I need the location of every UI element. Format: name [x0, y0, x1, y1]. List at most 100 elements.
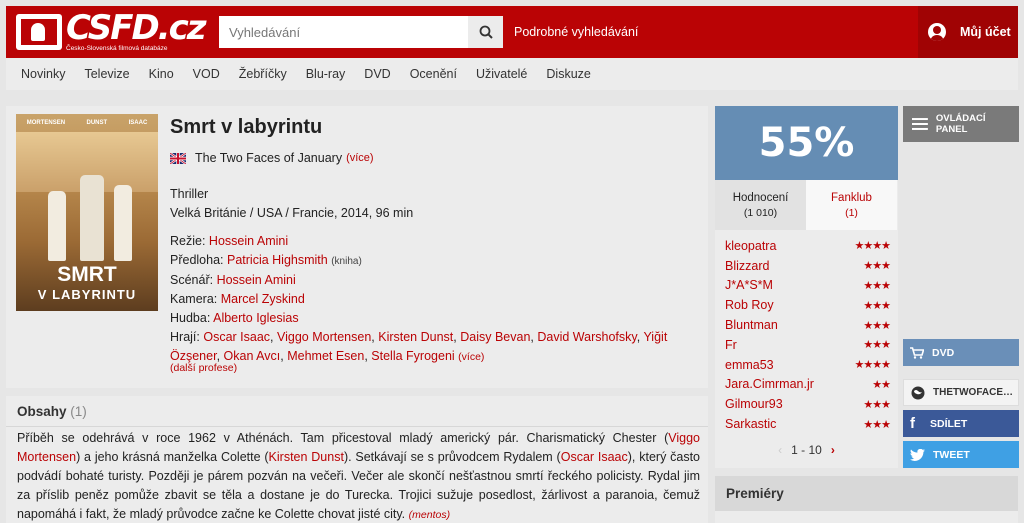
- control-panel-label: OVLÁDACÍ PANEL: [935, 113, 986, 135]
- cast-link[interactable]: Viggo Mortensen: [277, 330, 371, 344]
- user-link[interactable]: kleopatra: [725, 239, 776, 253]
- twitter-tweet-button[interactable]: TWEET: [903, 441, 1019, 468]
- creator-row-script: Scénář: Hossein Amini: [170, 271, 690, 290]
- nav-item-bluray[interactable]: Blu-ray: [306, 67, 346, 81]
- site-logo[interactable]: CSFD.cz Česko-Slovenská filmová databáze: [16, 8, 207, 54]
- director-link[interactable]: Hossein Amini: [209, 234, 288, 248]
- tweet-label: TWEET: [933, 448, 970, 461]
- menu-icon: [912, 118, 928, 130]
- search-input[interactable]: [219, 16, 468, 48]
- user-link[interactable]: Jara.Cimrman.jr: [725, 377, 814, 391]
- user-link[interactable]: emma53: [725, 358, 774, 372]
- website-label: THETWOFACE…: [933, 387, 1013, 398]
- tab-fanclub-label: Fanklub: [831, 192, 872, 204]
- creator-label: Scénář:: [170, 273, 214, 287]
- cast-link[interactable]: Oscar Isaac: [203, 330, 270, 344]
- rating-row: J*A*S*M ★★★: [725, 276, 891, 296]
- user-link[interactable]: Fr: [725, 338, 737, 352]
- nav-item-zebricky[interactable]: Žebříčky: [239, 67, 287, 81]
- advanced-search-link[interactable]: Podrobné vyhledávání: [514, 25, 638, 39]
- cart-icon: [910, 346, 924, 359]
- source-author-link[interactable]: Patricia Highsmith: [227, 253, 328, 267]
- cast-link[interactable]: Mehmet Esen: [287, 349, 364, 363]
- plot-count: (1): [70, 404, 87, 419]
- nav-item-kino[interactable]: Kino: [149, 67, 174, 81]
- user-link[interactable]: J*A*S*M: [725, 278, 773, 292]
- plot-source-link[interactable]: (mentos): [409, 509, 450, 521]
- star-rating: ★★★: [863, 279, 891, 292]
- alt-title-row: The Two Faces of January (více): [170, 151, 374, 165]
- more-professions-link[interactable]: (další profese): [170, 362, 237, 374]
- cast-link[interactable]: Okan Avcı: [224, 349, 281, 363]
- premieres-body: [715, 511, 1018, 523]
- source-note: (kniha): [331, 256, 362, 267]
- tab-fanclub-count: (1): [845, 207, 858, 219]
- poster-names: MORTENSEN DUNST ISAAC: [16, 120, 158, 126]
- cast-link[interactable]: Daisy Bevan: [460, 330, 530, 344]
- star-rating: ★★★: [863, 418, 891, 431]
- rating-average: 55%: [715, 106, 898, 180]
- music-link[interactable]: Alberto Iglesias: [213, 311, 298, 325]
- star-rating: ★★★★: [854, 240, 891, 253]
- user-link[interactable]: Rob Roy: [725, 298, 774, 312]
- alt-titles-more-link[interactable]: (více): [346, 152, 374, 164]
- star-rating: ★★★: [863, 398, 891, 411]
- nav-item-televize[interactable]: Televize: [84, 67, 129, 81]
- plot-heading: Obsahy (1): [17, 404, 87, 419]
- facebook-share-button[interactable]: f SDÍLET: [903, 410, 1019, 437]
- poster-title-line2: V LABYRINTU: [37, 287, 137, 302]
- top-header: CSFD.cz Česko-Slovenská filmová databáze…: [6, 6, 1018, 58]
- website-button[interactable]: THETWOFACE…: [903, 379, 1019, 406]
- rating-row: Rob Roy ★★★: [725, 295, 891, 315]
- creator-row-source: Předloha: Patricia Highsmith (kniha): [170, 251, 690, 271]
- rating-row: emma53 ★★★★: [725, 355, 891, 375]
- globe-icon: [911, 386, 925, 400]
- rating-row: Jara.Cimrman.jr ★★: [725, 375, 891, 395]
- cast-link[interactable]: Stella Fyrogeni: [371, 349, 454, 363]
- star-rating: ★★★: [863, 319, 891, 332]
- cast-link[interactable]: Kirsten Dunst: [378, 330, 453, 344]
- poster-figure: [80, 175, 104, 261]
- rating-box: 55% Hodnocení (1 010) Fanklub (1) kleopa…: [715, 106, 898, 468]
- user-link[interactable]: Bluntman: [725, 318, 778, 332]
- tab-ratings[interactable]: Hodnocení (1 010): [715, 180, 806, 230]
- plot-actor-link[interactable]: Kirsten Dunst: [269, 450, 344, 464]
- nav-item-oceneni[interactable]: Ocenění: [410, 67, 457, 81]
- poster-name: MORTENSEN: [26, 120, 66, 126]
- film-creators: Režie: Hossein Amini Předloha: Patricia …: [170, 232, 690, 367]
- chevron-right-icon[interactable]: ›: [831, 443, 835, 457]
- plot-actor-link[interactable]: Oscar Isaac: [561, 450, 628, 464]
- pager-range: 1 - 10: [791, 443, 822, 457]
- creator-label: Režie:: [170, 234, 206, 248]
- camera-link[interactable]: Marcel Zyskind: [221, 292, 305, 306]
- nav-item-diskuze[interactable]: Diskuze: [546, 67, 590, 81]
- rating-row: Gilmour93 ★★★: [725, 394, 891, 414]
- search-button[interactable]: [468, 16, 503, 48]
- creator-row-music: Hudba: Alberto Iglesias: [170, 309, 690, 328]
- account-label: Můj účet: [960, 25, 1011, 39]
- control-panel-button[interactable]: OVLÁDACÍ PANEL: [903, 106, 1019, 142]
- tab-fanclub[interactable]: Fanklub (1): [806, 180, 897, 230]
- screenwriter-link[interactable]: Hossein Amini: [217, 273, 296, 287]
- ratings-pager: ‹ 1 - 10 ›: [715, 443, 898, 457]
- nav-item-vod[interactable]: VOD: [193, 67, 220, 81]
- account-button[interactable]: Můj účet: [918, 6, 1018, 58]
- nav-item-novinky[interactable]: Novinky: [21, 67, 65, 81]
- nav-item-dvd[interactable]: DVD: [364, 67, 390, 81]
- nav-item-uzivatele[interactable]: Uživatelé: [476, 67, 527, 81]
- user-link[interactable]: Blizzard: [725, 259, 769, 273]
- star-rating: ★★★: [863, 339, 891, 352]
- cast-link[interactable]: David Warshofsky: [537, 330, 636, 344]
- dvd-button[interactable]: DVD: [903, 339, 1019, 366]
- user-link[interactable]: Gilmour93: [725, 397, 783, 411]
- film-poster[interactable]: MORTENSEN DUNST ISAAC SMRT V LABYRINTU: [16, 114, 158, 311]
- cast-more-link[interactable]: (více): [458, 351, 484, 363]
- film-title: Smrt v labyrintu: [170, 116, 323, 138]
- plot-heading-text: Obsahy: [17, 404, 67, 419]
- twitter-icon: [910, 448, 925, 461]
- plot-box: Obsahy (1) Příběh se odehrává v roce 196…: [6, 396, 708, 523]
- star-rating: ★★★: [863, 299, 891, 312]
- logo-text: CSFD.cz: [66, 8, 207, 48]
- creator-label: Předloha:: [170, 253, 224, 267]
- user-link[interactable]: Sarkastic: [725, 417, 776, 431]
